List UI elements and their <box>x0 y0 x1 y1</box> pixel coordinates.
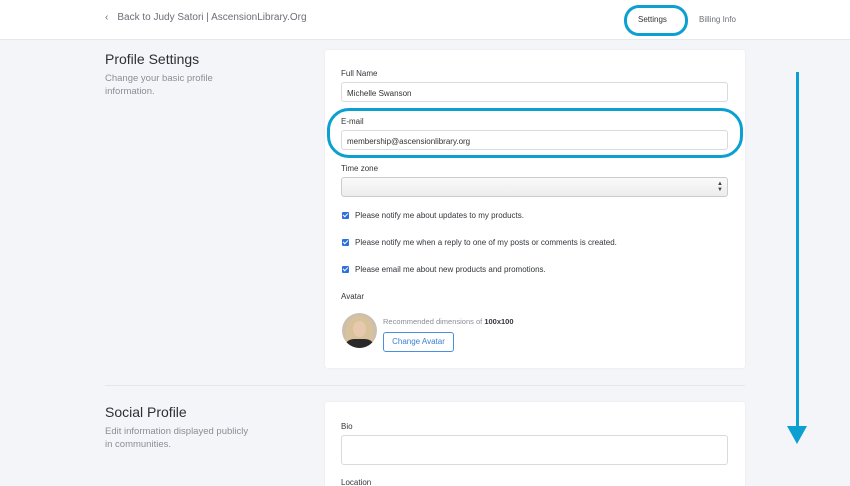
timezone-select[interactable]: ▲ ▼ <box>341 177 728 197</box>
social-profile-title: Social Profile <box>105 404 187 420</box>
scroll-down-arrow-icon <box>796 72 799 432</box>
back-link[interactable]: ‹ Back to Judy Satori | AscensionLibrary… <box>105 12 307 23</box>
bio-field[interactable] <box>341 435 728 465</box>
timezone-label: Time zone <box>341 164 379 173</box>
checkbox-reply-notifications[interactable] <box>342 239 349 246</box>
back-link-label: Back to Judy Satori | AscensionLibrary.O… <box>117 12 307 23</box>
location-label: Location <box>341 478 372 486</box>
bio-label: Bio <box>341 422 353 431</box>
full-name-label: Full Name <box>341 69 378 78</box>
change-avatar-button[interactable]: Change Avatar <box>383 332 454 352</box>
avatar <box>342 313 377 348</box>
checkbox-product-updates[interactable] <box>342 212 349 219</box>
checkbox-promotions[interactable] <box>342 266 349 273</box>
section-divider <box>105 385 745 386</box>
checkbox-label-promotions: Please email me about new products and p… <box>355 265 546 274</box>
avatar-recommendation: Recommended dimensions of 100x100 <box>383 317 514 326</box>
chevron-left-icon: ‹ <box>105 12 109 23</box>
profile-settings-description: Change your basic profile information. <box>105 73 213 97</box>
email-highlight-annotation <box>327 108 743 158</box>
avatar-rec-prefix: Recommended dimensions of <box>383 317 483 326</box>
top-bar: ‹ Back to Judy Satori | AscensionLibrary… <box>0 0 850 40</box>
social-profile-description: Edit information displayed publicly in c… <box>105 426 249 450</box>
avatar-label: Avatar <box>341 292 364 301</box>
avatar-rec-size: 100x100 <box>484 317 514 326</box>
full-name-field[interactable]: Michelle Swanson <box>341 82 728 102</box>
profile-settings-title: Profile Settings <box>105 51 200 67</box>
checkbox-label-product-updates: Please notify me about updates to my pro… <box>355 211 524 220</box>
tab-billing-info[interactable]: Billing Info <box>699 15 736 24</box>
checkbox-label-reply-notifications: Please notify me when a reply to one of … <box>355 238 617 247</box>
select-arrows-icon: ▲ ▼ <box>717 181 723 193</box>
settings-highlight-annotation <box>624 5 688 36</box>
scroll-down-arrowhead <box>787 426 807 444</box>
